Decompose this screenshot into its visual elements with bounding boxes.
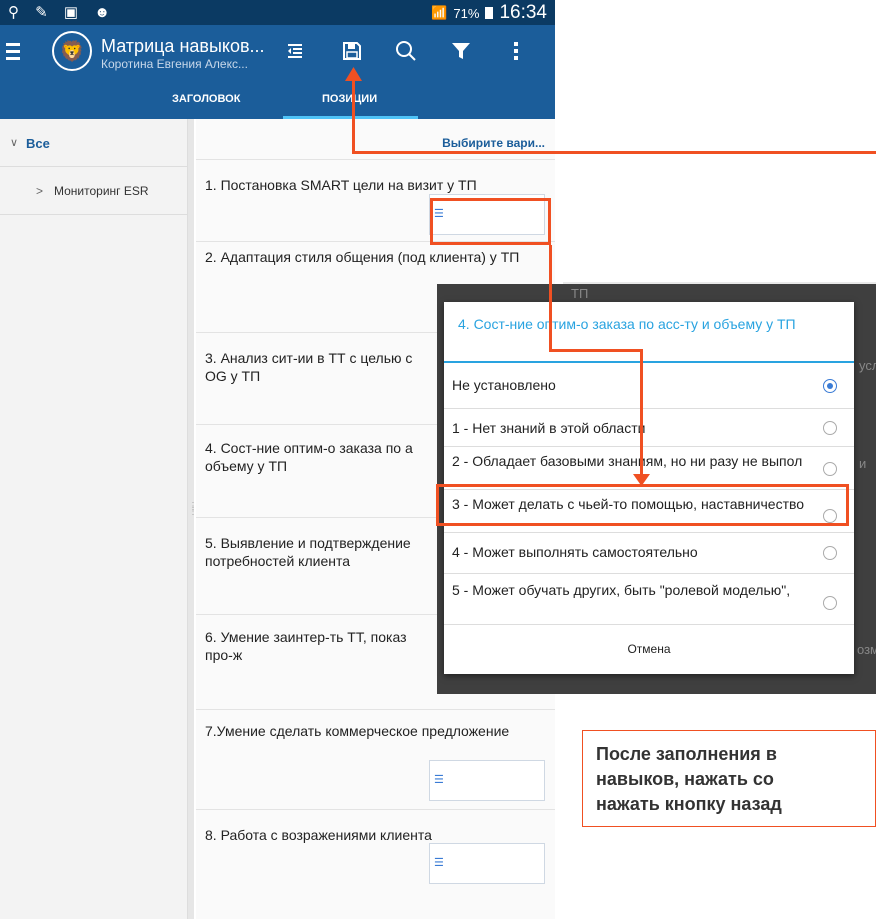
arrow-head-down-icon: [633, 474, 650, 486]
radio-button[interactable]: [823, 462, 837, 476]
arrow-line-vertical-2: [640, 349, 643, 477]
signal-icon: 📶: [431, 5, 448, 20]
app-bar: 🦁 Матрица навыков... Коротина Евгения Ал…: [0, 25, 555, 85]
radio-selected[interactable]: [823, 379, 837, 393]
status-left-icons: ⚲ ✎ ▣ ☻: [8, 4, 117, 21]
option-level-5[interactable]: 5 - Может обучать других, быть "ролевой …: [444, 574, 854, 625]
tab-positions[interactable]: ПОЗИЦИИ: [322, 93, 377, 105]
bg-fragment-tp: ТП: [571, 286, 589, 301]
cancel-button[interactable]: Отмена: [444, 625, 854, 674]
sidebar-item-label: Мониторинг ESR: [54, 184, 149, 198]
pane-divider-handle[interactable]: ⋮ ⋮: [188, 119, 198, 919]
chevron-down-icon: ∨: [10, 137, 19, 149]
radio-button[interactable]: [823, 596, 837, 610]
highlight-answer-select: [430, 198, 551, 245]
option-not-set[interactable]: Не установлено: [444, 363, 854, 409]
dialog-title: 4. Сост-ние оптим-о заказа по асс-ту и о…: [458, 316, 796, 332]
arrow-head-up-icon: [345, 67, 362, 81]
question-8: 8. Работа с возражениями клиента: [205, 827, 432, 843]
status-bar: ⚲ ✎ ▣ ☻ 📶 71% 16:34: [0, 0, 555, 25]
overflow-icon[interactable]: [502, 37, 530, 65]
arrow-line-save: [352, 79, 355, 154]
option-level-1[interactable]: 1 - Нет знаний в этой области: [444, 409, 854, 447]
collapse-icon[interactable]: [281, 37, 309, 65]
sidebar-item-label: Все: [26, 136, 50, 151]
bg-fragment-ozm: озм: [857, 642, 876, 657]
lion-logo: 🦁: [52, 31, 92, 71]
question-1: 1. Постановка SMART цели на визит у ТП: [205, 177, 477, 193]
sidebar: ∨ Все > Мониторинг ESR: [0, 119, 188, 919]
chevron-right-icon: >: [36, 184, 44, 198]
bg-fragment-i: и: [859, 456, 867, 471]
menu-icon[interactable]: [6, 43, 20, 63]
search-icon[interactable]: [392, 37, 420, 65]
clock: 16:34: [499, 2, 547, 23]
tab-header[interactable]: ЗАГОЛОВОК: [172, 93, 240, 105]
arrow-line-save-horizontal: [352, 151, 876, 154]
bg-fragment-usl: усл: [859, 358, 876, 373]
battery-icon: [485, 7, 494, 19]
sidebar-item-monitoring[interactable]: > Мониторинг ESR: [0, 167, 188, 215]
question-7: 7.Умение сделать коммерческое предложени…: [205, 723, 510, 739]
question-2: 2. Адаптация стиля общения (под клиента)…: [205, 249, 520, 265]
instruction-note: После заполнения в навыков, нажать со на…: [582, 730, 876, 827]
option-level-4[interactable]: 4 - Может выполнять самостоятельно: [444, 533, 854, 574]
sidebar-item-all[interactable]: ∨ Все: [0, 119, 188, 167]
app-title: Матрица навыков...: [101, 36, 265, 56]
arrow-line-horizontal: [549, 349, 643, 352]
tab-bar: ЗАГОЛОВОК ПОЗИЦИИ: [0, 85, 555, 119]
list-icon: ☰: [434, 774, 444, 786]
radio-button[interactable]: [823, 421, 837, 435]
highlight-option-3: [436, 484, 849, 526]
choose-variant-link[interactable]: Выбирите вари...: [442, 136, 545, 150]
answer-select-7[interactable]: ☰: [429, 760, 545, 801]
answer-select-8[interactable]: ☰: [429, 843, 545, 884]
battery-percent: 71%: [453, 5, 480, 21]
list-icon: ☰: [434, 857, 444, 869]
filter-icon[interactable]: [447, 37, 475, 65]
app-subtitle: Коротина Евгения Алекс...: [101, 57, 248, 71]
save-icon[interactable]: [338, 37, 366, 65]
arrow-line-vertical: [549, 245, 552, 352]
radio-button[interactable]: [823, 546, 837, 560]
